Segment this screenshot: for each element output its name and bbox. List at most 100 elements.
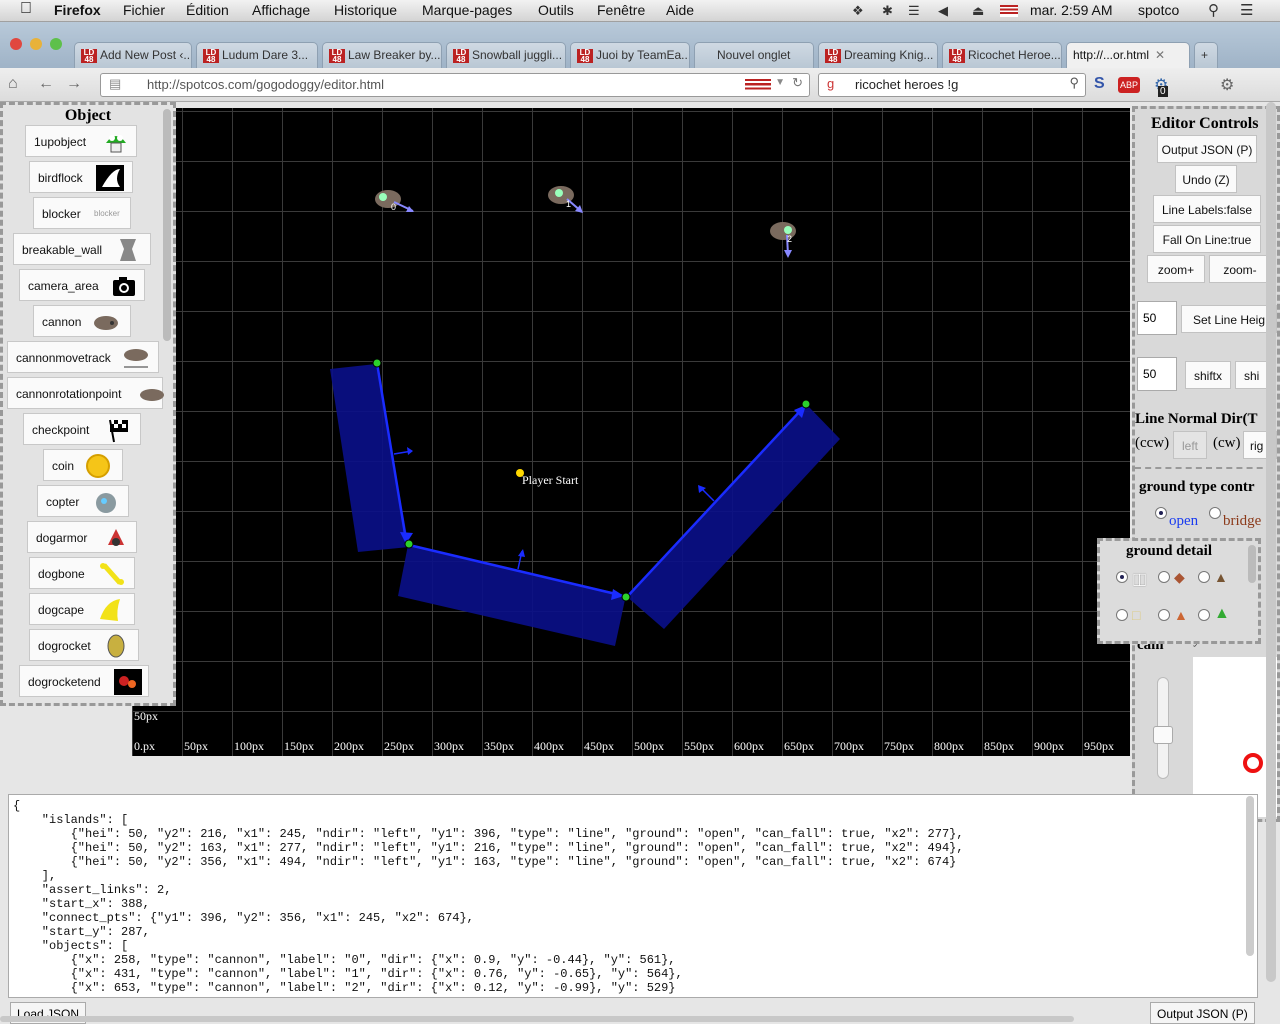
menu-historique[interactable]: Historique [334,2,397,18]
close-window-icon[interactable] [10,38,22,50]
object-dogcape[interactable]: dogcape [29,593,135,625]
page-vertical-scrollbar[interactable] [1266,102,1276,982]
ground-detail-scrollbar[interactable] [1248,545,1256,583]
normal-left-button[interactable]: left [1173,431,1207,459]
menu-fichier[interactable]: Fichier [123,2,165,18]
shift-input[interactable]: 50 [1137,357,1177,391]
detail-sign-radio[interactable] [1158,571,1170,583]
object-panel-scrollbar[interactable] [163,109,171,341]
home-icon[interactable]: ⌂ [8,75,18,93]
island-2-end-point[interactable] [801,399,811,409]
tab-7[interactable]: LD 48 Ricochet Heroe... [942,42,1062,68]
object-dogarmor[interactable]: dogarmor [27,521,137,553]
detail-fence-radio[interactable] [1116,571,1128,583]
forward-icon[interactable]: → [66,75,82,93]
object-copter[interactable]: copter [37,485,129,517]
detail-mushroom-radio[interactable] [1158,609,1170,621]
level-svg[interactable]: Player Start 0 1 2 [132,108,1133,756]
settings-icon[interactable]: ⚙ [1220,75,1234,95]
set-line-height-button[interactable]: Set Line Heig [1181,305,1277,333]
adblock-icon[interactable]: ABP [1118,77,1141,93]
tab-8-active[interactable]: http://...or.html ✕ [1066,42,1190,68]
dropbox-icon[interactable]: ❖ [852,3,864,19]
object-cannonmovetrack[interactable]: cannonmovetrack [7,341,159,373]
tab-1[interactable]: LD 48 Ludum Dare 3... [196,42,318,68]
cam-position-marker[interactable] [1243,753,1263,773]
language-flag-icon[interactable] [745,79,771,93]
menu-aide[interactable]: Aide [666,2,694,18]
undo-button[interactable]: Undo (Z) [1175,165,1237,193]
menu-affichage[interactable]: Affichage [252,2,310,18]
menu-marque-pages[interactable]: Marque-pages [422,2,512,18]
eject-icon[interactable]: ⏏ [972,3,984,19]
detail-gate-radio[interactable] [1116,609,1128,621]
wifi-icon[interactable]: ☰ [908,3,920,19]
object-cannon[interactable]: cannon [33,305,131,337]
cam-zoom-slider[interactable] [1153,677,1173,779]
cannon-0[interactable]: 0 [375,190,414,212]
shiftx-button[interactable]: shiftx [1185,361,1231,389]
ground-bridge-radio[interactable] [1209,507,1221,519]
line-height-input[interactable]: 50 [1137,301,1177,335]
menu-user[interactable]: spotco [1138,2,1179,18]
object-camera-area[interactable]: camera_area [19,269,145,301]
object-1upobject[interactable]: 1upobject [25,125,137,157]
zoom-window-icon[interactable] [50,38,62,50]
zoom-in-button[interactable]: zoom+ [1147,255,1205,283]
new-tab-button[interactable]: + [1194,42,1218,68]
output-json-button[interactable]: Output JSON (P) [1157,135,1257,163]
object-cannonrotationpoint[interactable]: cannonrotationpoint [7,377,164,409]
back-icon[interactable]: ← [38,75,54,93]
us-flag-icon[interactable] [1000,5,1018,17]
object-dogbone[interactable]: dogbone [29,557,135,589]
menu-clock[interactable]: mar. 2:59 AM [1030,2,1112,18]
object-checkpoint[interactable]: checkpoint [23,413,141,445]
tab-0[interactable]: LD 48 Add New Post ‹... [74,42,192,68]
object-dogrocket[interactable]: dogrocket [29,629,139,661]
spotlight-icon[interactable]: ⚲ [1208,1,1219,19]
apple-icon[interactable]:  [20,0,32,18]
ground-open-radio[interactable] [1155,507,1167,519]
cam-zoom-slider-handle[interactable] [1153,726,1173,744]
fall-on-line-toggle[interactable]: Fall On Line:true [1153,225,1261,253]
object-dogrocketend[interactable]: dogrocketend [19,665,149,697]
output-json-bottom-button[interactable]: Output JSON (P) [1150,1002,1255,1024]
island-1-start-point[interactable] [404,539,414,549]
json-output-textarea[interactable]: { "islands": [ {"hei": 50, "y2": 216, "x… [8,794,1258,998]
page-horizontal-scrollbar[interactable] [0,1016,1074,1022]
search-bar[interactable]: g ricochet heroes !g ⚲ [818,73,1086,97]
json-scrollbar[interactable] [1246,796,1254,956]
object-breakable-wall[interactable]: breakable_wall [13,233,151,265]
reload-icon[interactable]: ↻ [792,75,803,91]
tab-3[interactable]: LD 48 Snowball juggli... [446,42,566,68]
tab-6[interactable]: LD 48 Dreaming Knig... [818,42,938,68]
tab-2[interactable]: LD 48 Law Breaker by... [322,42,442,68]
dropdown-icon[interactable]: ▼ [775,77,785,88]
menu-fenetre[interactable]: Fenêtre [597,2,645,18]
detail-post-radio[interactable] [1198,571,1210,583]
search-icon[interactable]: ⚲ [1069,75,1079,91]
object-coin[interactable]: coin [43,449,123,481]
menu-edition[interactable]: Édition [186,2,229,18]
island-0-start-point[interactable] [372,358,382,368]
level-canvas[interactable]: Player Start 0 1 2 [132,108,1133,756]
island-2-start-point[interactable] [621,592,631,602]
object-blocker[interactable]: blocker blocker [33,197,131,229]
line-labels-toggle[interactable]: Line Labels:false [1153,195,1261,223]
menu-app-name[interactable]: Firefox [54,2,101,18]
menu-outils[interactable]: Outils [538,2,574,18]
tab-5[interactable]: Nouvel onglet [694,42,814,68]
s-extension-icon[interactable]: S [1094,75,1105,93]
detail-tree-radio[interactable] [1198,609,1210,621]
tab-4[interactable]: LD 48 Juoi by TeamEa... [570,42,690,68]
url-bar[interactable]: ▤ http://spotcos.com/gogodoggy/editor.ht… [100,73,810,97]
zoom-out-button[interactable]: zoom- [1209,255,1271,283]
island-0-body[interactable] [330,364,409,552]
object-birdflock[interactable]: birdflock [29,161,133,193]
minimize-window-icon[interactable] [30,38,42,50]
volume-icon[interactable]: ◀ [938,3,948,19]
bluetooth-icon[interactable]: ✱ [882,3,893,19]
notification-center-icon[interactable]: ☰ [1240,1,1253,19]
cannon-1[interactable]: 1 [548,186,583,213]
close-tab-icon[interactable]: ✕ [1155,48,1165,62]
